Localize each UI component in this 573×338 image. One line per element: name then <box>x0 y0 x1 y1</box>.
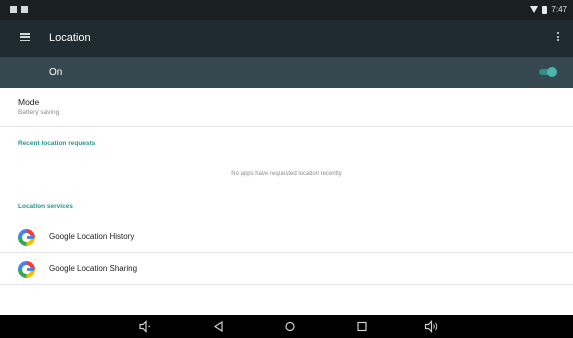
mode-summary: Battery saving <box>18 109 60 116</box>
recents-icon[interactable] <box>355 320 369 333</box>
mode-setting-row[interactable]: Mode Battery saving <box>0 88 573 127</box>
location-services-header: Location services <box>18 203 73 210</box>
overflow-menu-icon[interactable] <box>557 32 559 41</box>
google-g-icon <box>18 261 35 278</box>
mode-title: Mode <box>18 97 40 107</box>
recent-requests-header: Recent location requests <box>18 140 96 147</box>
service-google-location-history[interactable]: Google Location History <box>0 221 573 253</box>
navigation-bar <box>0 315 573 338</box>
back-icon[interactable] <box>212 320 226 333</box>
gallery-notification-icon <box>10 6 17 13</box>
service-label: Google Location History <box>49 232 135 241</box>
page-title: Location <box>49 32 91 44</box>
location-master-switch-bar[interactable]: On <box>0 57 573 88</box>
menu-icon[interactable] <box>20 33 30 41</box>
image-notification-icon <box>21 6 28 13</box>
volume-up-icon[interactable] <box>424 320 438 333</box>
google-g-icon <box>18 229 35 246</box>
service-google-location-sharing[interactable]: Google Location Sharing <box>0 253 573 285</box>
toggle-thumb <box>547 67 557 77</box>
status-indicators: 7:47 <box>530 5 567 14</box>
status-clock: 7:47 <box>551 5 567 14</box>
wifi-icon <box>530 6 539 13</box>
app-bar: Location <box>0 20 573 57</box>
battery-icon <box>542 5 548 14</box>
home-icon[interactable] <box>283 320 297 333</box>
master-switch-label: On <box>49 67 63 78</box>
notification-icons <box>10 6 28 13</box>
recent-requests-empty-message: No apps have requested location recently <box>231 171 342 177</box>
service-label: Google Location Sharing <box>49 264 138 273</box>
volume-down-icon[interactable] <box>138 320 152 333</box>
status-bar: 7:47 <box>0 0 573 20</box>
location-toggle[interactable] <box>539 67 557 77</box>
